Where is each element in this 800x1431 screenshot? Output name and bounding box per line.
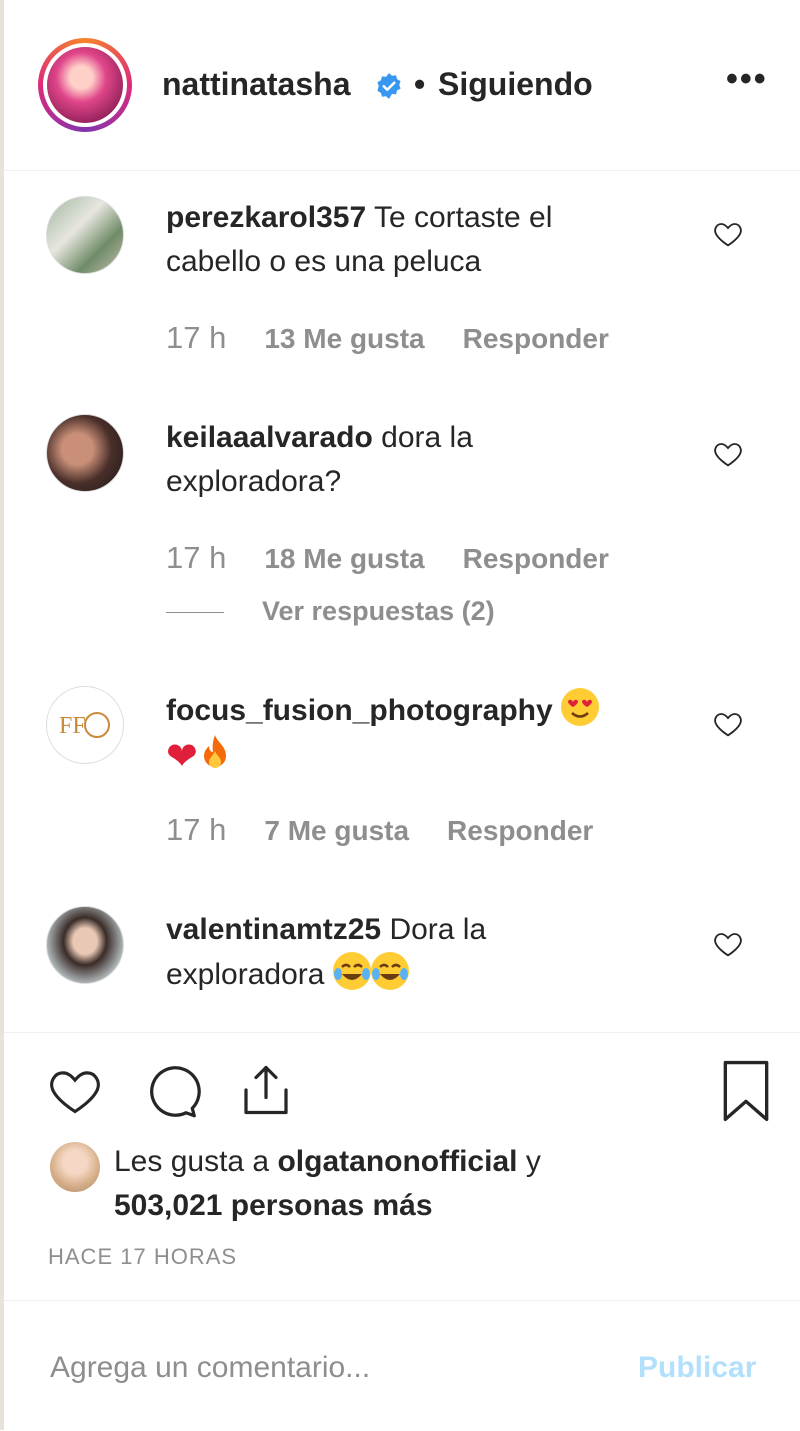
comment-text: perezkarol357 Te cortaste el cabello o e… — [166, 196, 636, 284]
camera-logo-icon: FF — [59, 712, 110, 739]
like-comment-heart-icon[interactable] — [712, 928, 744, 960]
add-comment-input[interactable] — [48, 1345, 612, 1391]
replies-divider — [166, 612, 224, 614]
likes-prefix: Les gusta a — [114, 1145, 270, 1178]
like-comment-heart-icon[interactable] — [712, 438, 744, 470]
bookmark-icon[interactable] — [718, 1060, 774, 1122]
author-username[interactable]: nattinatasha — [162, 66, 350, 103]
comment-likes[interactable]: 18 Me gusta — [264, 543, 424, 574]
liker-avatar[interactable] — [50, 1142, 100, 1192]
share-icon[interactable] — [236, 1058, 296, 1122]
comment-text: keilaaalvarado dora la exploradora? — [166, 416, 636, 504]
view-replies-label: Ver respuestas (2) — [262, 596, 495, 626]
comment-username[interactable]: valentinamtz25 — [166, 913, 381, 946]
verified-badge-icon — [377, 73, 401, 99]
more-options-icon[interactable]: ••• — [726, 60, 768, 99]
comment-time: 17 h — [166, 812, 227, 847]
like-comment-heart-icon[interactable] — [712, 218, 744, 250]
comment-username[interactable]: perezkarol357 — [166, 201, 366, 234]
likes-count[interactable]: 503,021 personas más — [114, 1189, 433, 1222]
comment-meta: 17 h 13 Me gusta Responder — [166, 320, 609, 356]
author-avatar[interactable] — [38, 38, 132, 132]
post-header: nattinatasha • Siguiendo ••• — [4, 0, 800, 171]
comment-username[interactable]: focus_fusion_photography — [166, 694, 553, 727]
commenter-avatar[interactable] — [46, 906, 124, 984]
red-heart-emoji: ❤ — [166, 736, 198, 778]
header-separator: • — [414, 66, 426, 102]
comment-username[interactable]: keilaaalvarado — [166, 421, 373, 454]
reply-button[interactable]: Responder — [447, 815, 593, 846]
commenter-avatar[interactable] — [46, 196, 124, 274]
comment-likes[interactable]: 7 Me gusta — [264, 815, 409, 846]
comment-meta: 17 h 7 Me gusta Responder — [166, 812, 593, 848]
publish-button[interactable]: Publicar — [638, 1351, 756, 1385]
liker-username[interactable]: olgatanonofficial — [277, 1145, 517, 1178]
comment-composer: Publicar — [4, 1300, 800, 1431]
reply-button[interactable]: Responder — [463, 543, 609, 574]
comment-likes[interactable]: 13 Me gusta — [264, 323, 424, 354]
comment-time: 17 h — [166, 320, 227, 355]
comment-meta: 17 h 18 Me gusta Responder — [166, 540, 609, 576]
post-timestamp[interactable]: HACE 17 HORAS — [48, 1244, 237, 1270]
likes-conjunction: y — [525, 1145, 541, 1178]
reply-button[interactable]: Responder — [463, 323, 609, 354]
comment-time: 17 h — [166, 540, 227, 575]
tears-of-joy-emoji — [370, 952, 409, 990]
post-actions-bar — [4, 1032, 800, 1033]
like-heart-icon[interactable] — [44, 1062, 106, 1120]
likes-summary: Les gusta a olgatanonofficial y 503,021 … — [114, 1140, 714, 1228]
svg-text:FF: FF — [59, 713, 86, 739]
comment-text: focus_fusion_photography ❤ — [166, 688, 636, 780]
commenter-avatar[interactable]: FF — [46, 686, 124, 764]
heart-eyes-emoji — [561, 688, 600, 726]
fire-emoji — [198, 733, 232, 780]
post-comments-panel: nattinatasha • Siguiendo ••• perezkarol3… — [0, 0, 800, 1430]
view-replies-button[interactable]: Ver respuestas (2) — [166, 596, 495, 627]
following-button[interactable]: Siguiendo — [438, 66, 593, 103]
commenter-avatar[interactable] — [46, 414, 124, 492]
like-comment-heart-icon[interactable] — [712, 708, 744, 740]
comment-text: valentinamtz25 Dora la exploradora — [166, 908, 636, 997]
comment-bubble-icon[interactable] — [140, 1062, 202, 1122]
tears-of-joy-emoji — [332, 952, 371, 990]
